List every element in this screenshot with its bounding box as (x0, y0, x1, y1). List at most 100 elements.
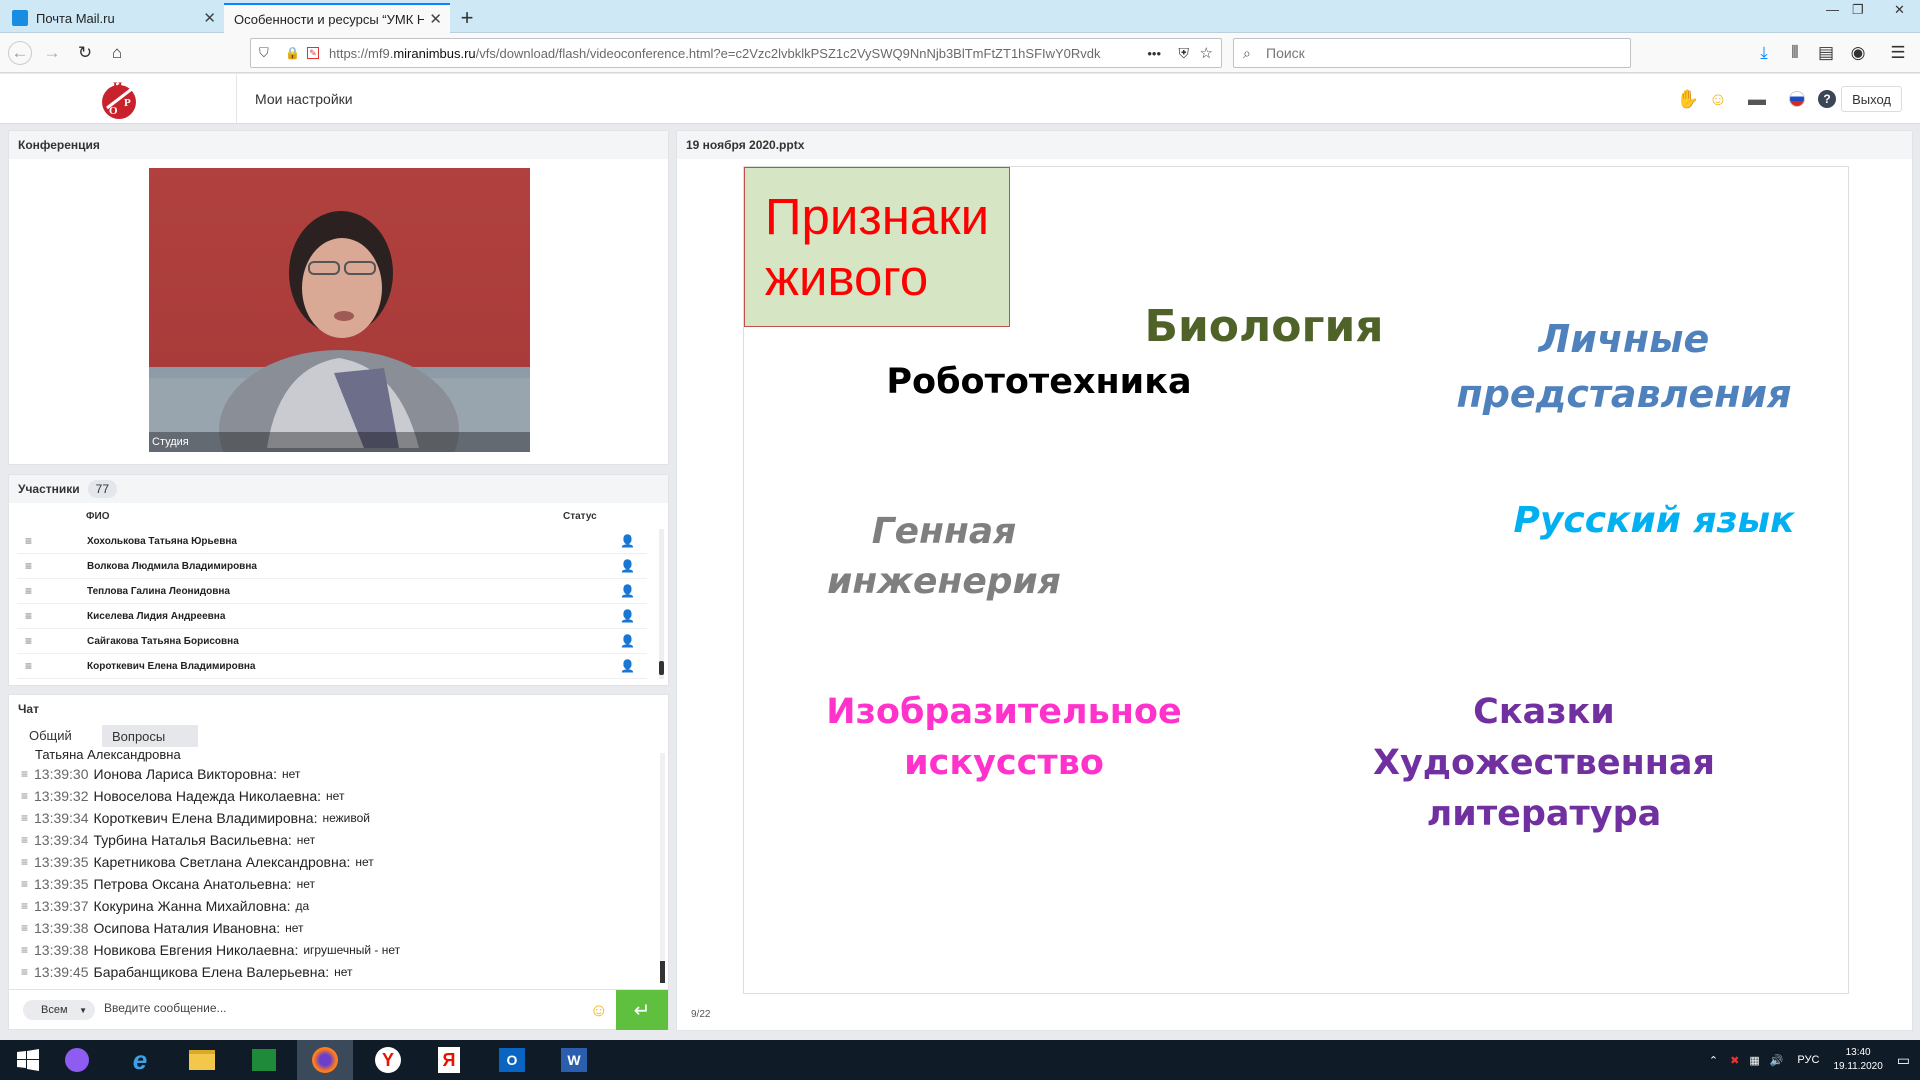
lock-warning-icon[interactable]: 🔒 (285, 46, 300, 60)
search-input[interactable]: ⌕ Поиск (1233, 38, 1631, 68)
language-indicator[interactable]: РУС (1797, 1054, 1819, 1066)
recipient-value: Всем (41, 1004, 68, 1016)
clock[interactable]: 13:40 19.11.2020 (1833, 1046, 1882, 1074)
minimize-icon[interactable]: — (1826, 2, 1839, 17)
tab-mail[interactable]: Почта Mail.ru ✕ (2, 3, 224, 33)
message-menu-icon[interactable]: ≡ (15, 833, 34, 847)
column-header-name[interactable]: ФИО (86, 511, 110, 522)
send-button[interactable]: ↵ (616, 990, 668, 1030)
sidebar-icon[interactable]: ▤ (1814, 41, 1838, 65)
participant-row[interactable]: ≡ Волкова Людмила Владимировна 👤 (17, 554, 647, 579)
participant-name: Теплова Галина Леонидовна (87, 585, 230, 597)
my-settings-link[interactable]: Мои настройки (236, 74, 353, 124)
yandex-icon[interactable]: Я (421, 1040, 477, 1080)
row-menu-icon[interactable]: ≡ (25, 559, 37, 573)
chat-message: ≡ 13:39:45 Барабанщикова Елена Валерьевна:… (15, 961, 645, 983)
forward-icon[interactable]: → (40, 41, 64, 65)
new-tab-button[interactable]: + (452, 3, 482, 33)
account-icon[interactable]: ◉ (1846, 41, 1870, 65)
windows-start-icon[interactable] (0, 1040, 56, 1080)
row-menu-icon[interactable]: ≡ (25, 584, 37, 598)
word-icon[interactable]: W (546, 1040, 602, 1080)
url-prefix: https://mf9. (329, 45, 394, 61)
message-author: Турбина Наталья Васильевна: (93, 832, 292, 848)
column-header-status[interactable]: Статус (563, 511, 597, 522)
chat-message: ≡ 13:39:34 Короткевич Елена Владимировна: н… (15, 807, 645, 829)
notifications-icon[interactable]: ▭ (1897, 1052, 1910, 1069)
message-author: Короткевич Елена Владимировна: (93, 810, 318, 826)
message-menu-icon[interactable]: ≡ (15, 877, 34, 891)
volume-icon[interactable]: 🔊 (1770, 1054, 1784, 1067)
message-text: неживой (322, 811, 370, 825)
row-menu-icon[interactable]: ≡ (25, 609, 37, 623)
message-menu-icon[interactable]: ≡ (15, 767, 34, 781)
download-icon[interactable]: ⤓ (1752, 41, 1776, 65)
home-icon[interactable]: ⌂ (105, 41, 129, 65)
page-actions-icon[interactable]: ••• (1147, 46, 1161, 61)
chat-scrollbar[interactable] (660, 753, 665, 983)
outlook-icon[interactable]: O (484, 1040, 540, 1080)
wifi-icon[interactable]: ▦ (1749, 1054, 1759, 1067)
bookmark-star-icon[interactable]: ☆ (1200, 44, 1213, 62)
raise-hand-icon[interactable]: ✋ (1676, 87, 1700, 111)
chat-message: ≡ 13:39:30 Ионова Лариса Викторовна: нет (15, 763, 645, 785)
chat-title: Чат (9, 695, 668, 723)
library-icon[interactable]: ⫴ (1783, 41, 1807, 65)
word-fine-art: Изобразительное искусство (826, 692, 1182, 783)
recipient-select[interactable]: Всем ▼ (23, 1000, 95, 1020)
participant-row[interactable]: ≡ Теплова Галина Леонидовна 👤 (17, 579, 647, 604)
permissions-icon[interactable]: ✎ (307, 47, 319, 59)
row-menu-icon[interactable]: ≡ (25, 534, 37, 548)
message-menu-icon[interactable]: ≡ (15, 965, 34, 979)
close-tab-icon[interactable]: ✕ (203, 9, 216, 27)
message-menu-icon[interactable]: ≡ (15, 943, 34, 957)
internet-explorer-icon[interactable]: e (112, 1040, 168, 1080)
participant-row[interactable]: ≡ Сайгакова Татьяна Борисовна 👤 (17, 629, 647, 654)
conference-title: Конференция (9, 131, 668, 159)
exit-button[interactable]: Выход (1841, 86, 1902, 112)
help-icon[interactable]: ? (1815, 87, 1839, 111)
app-header: И Р О Мои настройки ✋ ☺ ▬ ? Выход (0, 74, 1920, 124)
tray-expand-icon[interactable]: ⌃ (1709, 1054, 1718, 1067)
firefox-icon[interactable] (297, 1040, 353, 1080)
scrollbar-thumb[interactable] (659, 661, 664, 675)
folder-icon[interactable]: ▬ (1745, 87, 1769, 111)
participant-row[interactable]: ≡ Хохолькова Татьяна Юрьевна 👤 (17, 529, 647, 554)
yandex-browser-icon[interactable]: Y (360, 1040, 416, 1080)
participant-row[interactable]: ≡ Киселева Лидия Андреевна 👤 (17, 604, 647, 629)
pocket-icon[interactable]: ⛨ (1179, 45, 1190, 62)
participant-row[interactable]: ≡ Короткевич Елена Владимировна 👤 (17, 654, 647, 679)
menu-icon[interactable]: ☰ (1886, 41, 1910, 65)
close-window-icon[interactable]: ✕ (1894, 2, 1905, 18)
emoji-icon[interactable]: ☺ (1706, 87, 1730, 111)
message-menu-icon[interactable]: ≡ (15, 811, 34, 825)
russian-flag-icon[interactable] (1785, 87, 1809, 111)
close-tab-icon[interactable]: ✕ (429, 10, 442, 28)
network-warning-icon[interactable]: ✖ (1730, 1054, 1739, 1067)
url-bar[interactable]: ⛉ 🔒 ✎ https://mf9. miranimbus.ru/vfs/down… (250, 38, 1222, 68)
message-menu-icon[interactable]: ≡ (15, 921, 34, 935)
message-menu-icon[interactable]: ≡ (15, 855, 34, 869)
tab-questions[interactable]: Вопросы (102, 725, 198, 747)
row-menu-icon[interactable]: ≡ (25, 659, 37, 673)
message-author: Новикова Евгения Николаевна: (93, 942, 299, 958)
restore-icon[interactable]: ❐ (1852, 2, 1864, 18)
message-author: Петрова Оксана Анатольевна: (93, 876, 292, 892)
scrollbar-thumb[interactable] (660, 961, 665, 983)
tab-general[interactable]: Общий (19, 725, 82, 747)
emoji-icon[interactable]: ☺ (590, 1000, 608, 1021)
file-explorer-icon[interactable] (174, 1040, 230, 1080)
back-icon[interactable]: ← (8, 41, 32, 65)
message-input[interactable]: Введите сообщение... (104, 1001, 227, 1015)
message-menu-icon[interactable]: ≡ (15, 899, 34, 913)
store-icon[interactable] (236, 1040, 292, 1080)
row-menu-icon[interactable]: ≡ (25, 634, 37, 648)
message-menu-icon[interactable]: ≡ (15, 789, 34, 803)
video-feed[interactable]: Студия (149, 168, 530, 452)
tab-conference[interactable]: Особенности и ресурсы “УМК НС ✕ (224, 3, 450, 33)
participants-scrollbar[interactable] (659, 529, 664, 679)
shield-icon[interactable]: ⛉ (259, 45, 269, 61)
alice-icon[interactable] (49, 1040, 105, 1080)
reload-icon[interactable]: ↻ (73, 41, 97, 65)
message-text: нет (281, 767, 301, 781)
